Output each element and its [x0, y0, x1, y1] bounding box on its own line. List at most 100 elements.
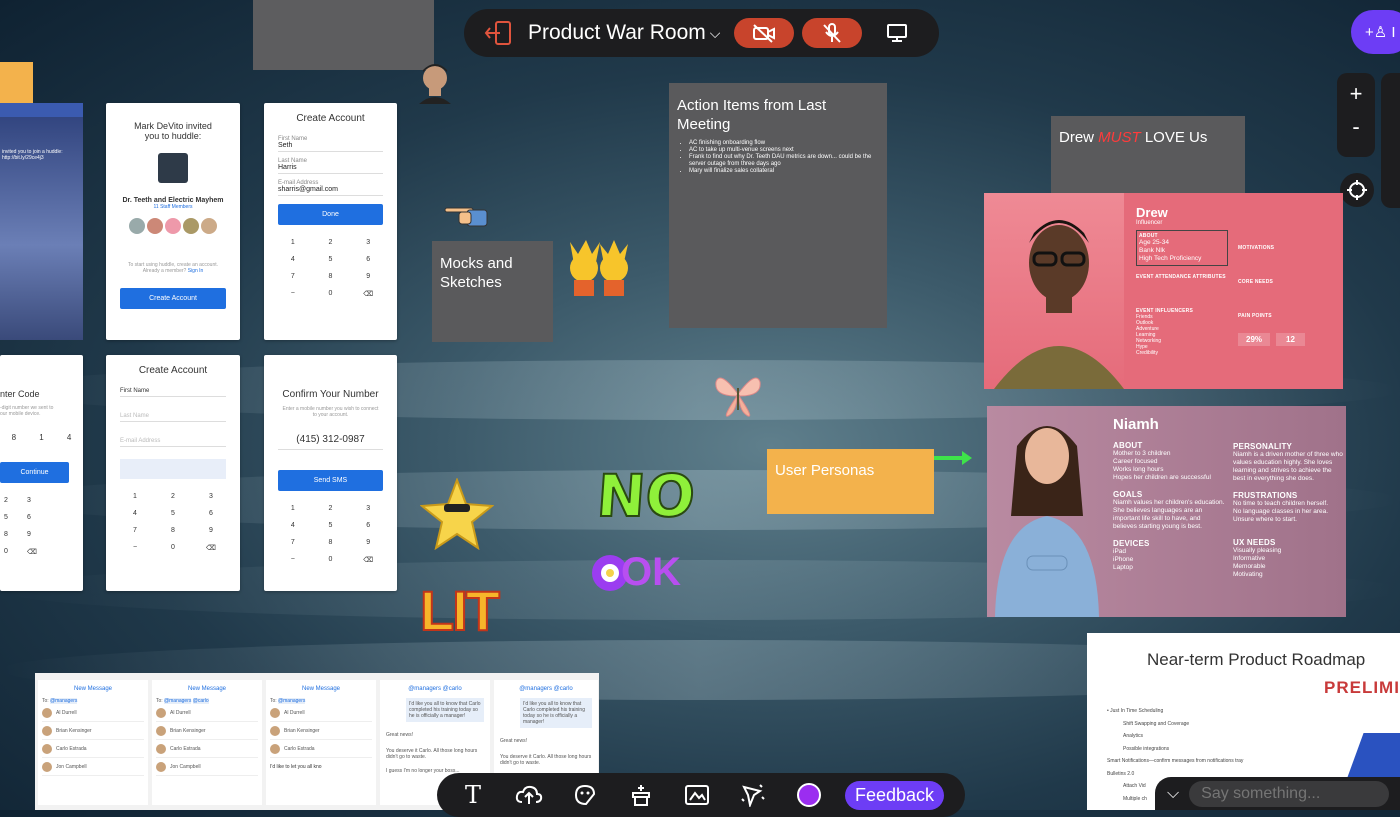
done-button[interactable]: Done	[278, 204, 383, 225]
email-field[interactable]: E-mail Address	[120, 438, 226, 447]
note-mocks-sketches[interactable]: Mocks and Sketches	[432, 241, 553, 342]
invite-button[interactable]: +♙ I	[1351, 10, 1400, 54]
sticker-lit[interactable]: LIT	[419, 578, 501, 643]
side-panel-edge[interactable]	[1381, 73, 1400, 208]
persona-niamh[interactable]: Niamh ABOUT Mother to 3 children Career …	[987, 406, 1346, 617]
key[interactable]: 6	[349, 522, 387, 529]
widget-tool[interactable]	[613, 783, 669, 807]
cartoon-sticker[interactable]	[560, 240, 636, 303]
note-drew-love[interactable]: Drew MUST LOVE Us	[1051, 116, 1245, 194]
key[interactable]: 2	[4, 497, 27, 504]
key[interactable]: 8	[312, 539, 350, 546]
feedback-button[interactable]: Feedback	[845, 780, 945, 810]
key[interactable]: 8	[154, 527, 192, 534]
key[interactable]: 7	[274, 273, 312, 280]
color-picker[interactable]	[781, 783, 837, 807]
key[interactable]: 8	[4, 531, 27, 538]
key[interactable]: 6	[27, 514, 50, 521]
key[interactable]: 3	[192, 493, 230, 500]
disabled-button[interactable]	[120, 459, 226, 479]
room-title[interactable]: Product War Room	[528, 21, 706, 45]
key[interactable]: 2	[154, 493, 192, 500]
note-action-items[interactable]: Action Items from Last Meeting AC finish…	[669, 83, 887, 328]
key[interactable]: 1	[274, 505, 312, 512]
key[interactable]: 9	[349, 273, 387, 280]
key[interactable]: 4	[274, 256, 312, 263]
key[interactable]: ⌫	[192, 544, 230, 552]
message-draft[interactable]: I'd like to let you all kno	[270, 764, 372, 770]
sticker-tool[interactable]	[557, 783, 613, 807]
key[interactable]: 5	[312, 256, 350, 263]
pointing-hand-sticker[interactable]	[443, 204, 489, 235]
mock-enter-code[interactable]: nter Code -digit number we sent to our m…	[0, 355, 83, 591]
key[interactable]: 0	[4, 548, 27, 556]
mock-create-account-empty[interactable]: Create Account First Name Last Name E-ma…	[106, 355, 240, 591]
key[interactable]: 0	[312, 290, 350, 298]
mock-new-message[interactable]: New Message To: @managers Al Durrell Bri…	[266, 680, 376, 805]
key[interactable]: −	[274, 556, 312, 564]
key[interactable]: 1	[274, 239, 312, 246]
key[interactable]: 4	[274, 522, 312, 529]
key[interactable]: 3	[349, 505, 387, 512]
image-tool[interactable]	[669, 784, 725, 806]
sticker-ok[interactable]: OK	[591, 550, 681, 595]
sign-in-link[interactable]: Sign In	[188, 268, 204, 274]
gray-note-top[interactable]	[253, 0, 434, 70]
key[interactable]: 6	[349, 256, 387, 263]
send-sms-button[interactable]: Send SMS	[278, 470, 383, 491]
key[interactable]: 6	[192, 510, 230, 517]
key[interactable]: 1	[116, 493, 154, 500]
effects-tool[interactable]	[725, 783, 781, 807]
key[interactable]: 3	[27, 497, 50, 504]
leave-icon[interactable]	[484, 19, 514, 47]
key[interactable]: 8	[312, 273, 350, 280]
key[interactable]: 0	[312, 556, 350, 564]
text-tool[interactable]: T	[445, 781, 501, 809]
butterfly-sticker[interactable]	[714, 368, 762, 425]
chat-input[interactable]	[1189, 780, 1390, 807]
key[interactable]: ⌫	[349, 290, 387, 298]
key[interactable]: 5	[312, 522, 350, 529]
green-arrow[interactable]	[934, 448, 974, 473]
key[interactable]: 2	[312, 239, 350, 246]
recenter-button[interactable]	[1340, 173, 1374, 207]
upload-tool[interactable]	[501, 784, 557, 806]
mic-off-button[interactable]	[802, 18, 863, 48]
key[interactable]: 5	[154, 510, 192, 517]
key[interactable]: ⌫	[349, 556, 387, 564]
chevron-down-icon[interactable]: ⌵	[1167, 785, 1179, 803]
key[interactable]: −	[274, 290, 312, 298]
star-sticker[interactable]	[419, 477, 495, 555]
key[interactable]: 3	[349, 239, 387, 246]
mock-invite[interactable]: Mark DeVito invited you to huddle: Dr. T…	[106, 103, 240, 340]
zoom-in-button[interactable]: +	[1337, 73, 1375, 115]
email-value[interactable]: sharris@gmail.com	[278, 186, 383, 193]
key[interactable]: 0	[154, 544, 192, 552]
avatar[interactable]	[415, 60, 455, 104]
first-name-value[interactable]: Seth	[278, 142, 383, 149]
mock-new-message[interactable]: New Message To: @managers Al Durrell Bri…	[38, 680, 148, 805]
last-name-field[interactable]: Last Name	[120, 413, 226, 422]
key[interactable]: 5	[4, 514, 27, 521]
orange-note-fragment[interactable]	[0, 62, 33, 104]
key[interactable]: 9	[192, 527, 230, 534]
key[interactable]: 7	[116, 527, 154, 534]
first-name-field[interactable]: First Name	[120, 388, 226, 397]
create-account-button[interactable]: Create Account	[120, 288, 226, 309]
key[interactable]: 9	[27, 531, 50, 538]
mock-confirm-number[interactable]: Confirm Your Number Enter a mobile numbe…	[264, 355, 397, 591]
continue-button[interactable]: Continue	[0, 462, 69, 483]
last-name-value[interactable]: Harris	[278, 164, 383, 171]
sticker-no[interactable]: NO	[594, 461, 699, 531]
key[interactable]: ⌫	[27, 548, 50, 556]
camera-off-button[interactable]	[734, 18, 795, 48]
screen-share-icon[interactable]	[886, 23, 908, 43]
mock-new-message[interactable]: New Message To: @managers @carlo Al Durr…	[152, 680, 262, 805]
key[interactable]: −	[116, 544, 154, 552]
persona-drew[interactable]: Drew Influencer ABOUT Age 25-34 Bank Nlk…	[984, 193, 1343, 389]
key[interactable]: 9	[349, 539, 387, 546]
code-digits[interactable]: 8 1 4	[0, 433, 83, 442]
mock-create-account-filled[interactable]: Create Account First Name Seth Last Name H…	[264, 103, 397, 340]
phone-number-input[interactable]: (415) 312-0987	[278, 434, 383, 450]
key[interactable]: 4	[116, 510, 154, 517]
